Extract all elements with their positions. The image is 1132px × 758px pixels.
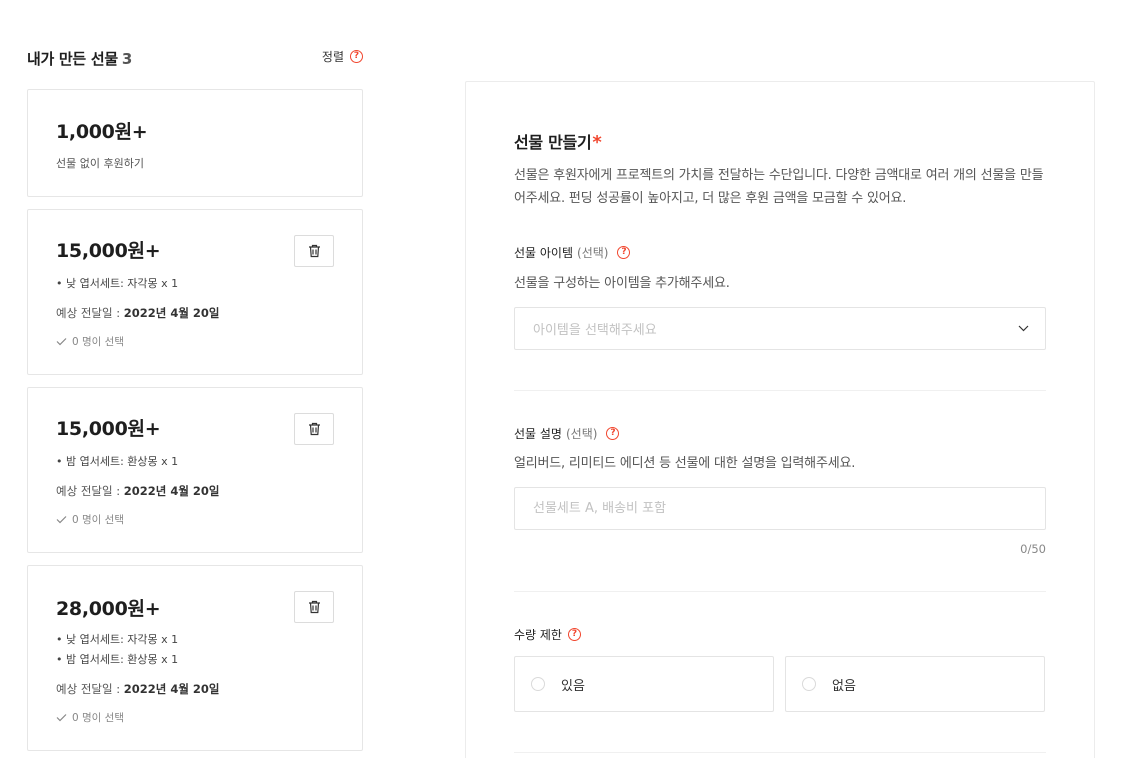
delivery-label: 예상 전달일 :	[56, 484, 124, 498]
delivery-date: 예상 전달일 : 2022년 4월 20일	[56, 681, 220, 697]
gift-card[interactable]: 28,000원+ • 낮 엽서세트: 자각몽 x 1 • 밤 엽서세트: 환상몽…	[27, 565, 363, 751]
radio-label: 없음	[832, 678, 856, 694]
gift-item-line: • 밤 엽서세트: 환상몽 x 1	[56, 653, 179, 666]
delivery-date-value: 2022년 4월 20일	[123, 306, 220, 320]
divider	[514, 752, 1046, 753]
gift-count: 3	[121, 49, 132, 68]
delivery-label: 예상 전달일 :	[56, 306, 124, 320]
radio-button[interactable]	[531, 677, 545, 691]
delivery-date: 예상 전달일 : 2022년 4월 20일	[56, 483, 220, 499]
question-circle-icon[interactable]: ?	[617, 246, 631, 259]
required-mark: *	[592, 132, 602, 153]
page: 내가 만든 선물 3 정렬 ? 1,000원+ 선물 없이 후원하기 15,000…	[0, 0, 1132, 758]
radio-label: 있음	[561, 678, 585, 694]
gift-description-input[interactable]	[514, 487, 1046, 530]
selected-count-text: 0 명이 선택	[72, 336, 124, 348]
trash-icon	[308, 600, 320, 614]
gift-price: 1,000원+	[56, 121, 148, 143]
panel-description: 선물은 후원자에게 프로젝트의 가치를 전달하는 수단입니다. 다양한 금액대로…	[514, 168, 1044, 206]
sort-button[interactable]: 정렬 ?	[322, 48, 363, 65]
panel-title: 선물 만들기*	[514, 129, 602, 153]
selected-count: 0 명이 선택	[56, 334, 124, 349]
desc-field-label: 선물 설명 (선택) ?	[514, 425, 620, 442]
create-gift-panel: 선물 만들기* 선물은 후원자에게 프로젝트의 가치를 전달하는 수단입니다. …	[465, 81, 1095, 758]
gift-card[interactable]: 1,000원+ 선물 없이 후원하기	[27, 89, 363, 197]
trash-icon	[308, 244, 320, 258]
delete-gift-button[interactable]	[294, 591, 334, 623]
divider	[514, 591, 1046, 592]
gift-list-header: 내가 만든 선물 3 정렬 ?	[27, 47, 363, 69]
check-icon	[56, 338, 67, 346]
item-select-placeholder: 아이템을 선택해주세요	[533, 323, 657, 338]
selected-count: 0 명이 선택	[56, 512, 124, 527]
gift-price: 15,000원+	[56, 418, 161, 440]
gift-list-title: 내가 만든 선물 3	[27, 48, 132, 69]
gift-subtitle: 선물 없이 후원하기	[56, 157, 144, 170]
chevron-down-icon	[1018, 325, 1029, 332]
limit-option-no[interactable]: 없음	[785, 656, 1045, 712]
selected-count: 0 명이 선택	[56, 710, 124, 725]
item-field-hint: 선물을 구성하는 아이템을 추가해주세요.	[514, 276, 730, 291]
selected-count-text: 0 명이 선택	[72, 514, 124, 526]
limit-option-yes[interactable]: 있음	[514, 656, 774, 712]
gift-price: 28,000원+	[56, 598, 161, 620]
gift-card[interactable]: 15,000원+ • 낮 엽서세트: 자각몽 x 1 예상 전달일 : 2022…	[27, 209, 363, 375]
selected-count-text: 0 명이 선택	[72, 712, 124, 724]
divider	[514, 390, 1046, 391]
delete-gift-button[interactable]	[294, 413, 334, 445]
item-select[interactable]: 아이템을 선택해주세요	[514, 307, 1046, 350]
panel-title-text: 선물 만들기	[514, 133, 592, 152]
desc-field-label-text: 선물 설명	[514, 427, 562, 441]
check-icon	[56, 516, 67, 524]
delivery-label: 예상 전달일 :	[56, 682, 124, 696]
item-field-label-text: 선물 아이템	[514, 246, 574, 260]
trash-icon	[308, 422, 320, 436]
delivery-date-value: 2022년 4월 20일	[123, 484, 220, 498]
item-field-label: 선물 아이템 (선택) ?	[514, 244, 631, 261]
desc-field-hint: 얼리버드, 리미티드 에디션 등 선물에 대한 설명을 입력해주세요.	[514, 456, 856, 471]
gift-item-line: • 낮 엽서세트: 자각몽 x 1	[56, 277, 179, 290]
optional-tag: (선택)	[577, 246, 609, 260]
limit-field-label: 수량 제한 ?	[514, 626, 581, 643]
question-circle-icon[interactable]: ?	[606, 427, 620, 440]
gift-item-line: • 낮 엽서세트: 자각몽 x 1	[56, 633, 179, 646]
optional-tag: (선택)	[565, 427, 598, 441]
question-circle-icon[interactable]: ?	[350, 49, 363, 63]
radio-button[interactable]	[802, 677, 816, 691]
gift-item-line: • 밤 엽서세트: 환상몽 x 1	[56, 455, 179, 468]
limit-field-label-text: 수량 제한	[514, 628, 562, 642]
delivery-date: 예상 전달일 : 2022년 4월 20일	[56, 305, 220, 321]
delivery-date-value: 2022년 4월 20일	[123, 682, 220, 696]
gift-list-title-text: 내가 만든 선물	[27, 49, 118, 68]
question-circle-icon[interactable]: ?	[567, 628, 581, 641]
gift-card[interactable]: 15,000원+ • 밤 엽서세트: 환상몽 x 1 예상 전달일 : 2022…	[27, 387, 363, 553]
gift-price: 15,000원+	[56, 240, 161, 262]
sort-label: 정렬	[321, 49, 344, 64]
char-counter: 0/50	[1020, 542, 1046, 556]
check-icon	[56, 714, 67, 722]
delete-gift-button[interactable]	[294, 235, 334, 267]
